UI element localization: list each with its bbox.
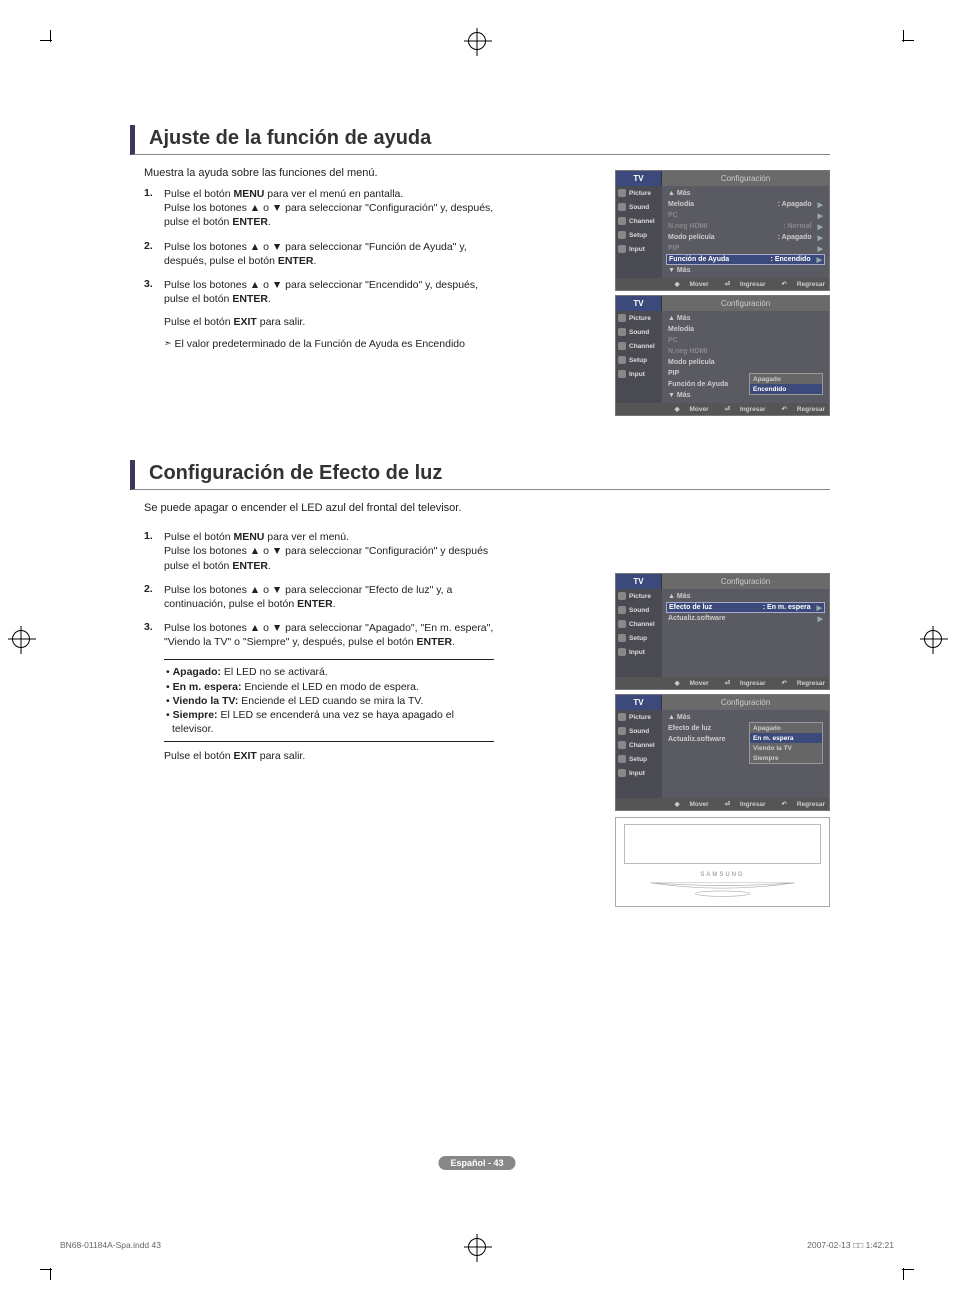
options-box: • Apagado: El LED no se activará. • En m…: [164, 659, 494, 742]
manual-page: Ajuste de la función de ayuda Muestra la…: [60, 40, 894, 1270]
picture-icon: [618, 189, 626, 197]
channel-icon: [618, 741, 626, 749]
osd-title: Configuración: [662, 171, 829, 186]
picture-icon: [618, 314, 626, 322]
crop-mark: [890, 30, 914, 54]
section-title: Ajuste de la función de ayuda: [149, 125, 830, 154]
osd-footer: ◆ Mover⏎ Ingresar↶ Regresar: [616, 278, 829, 290]
sound-icon: [618, 727, 626, 735]
setup-icon: [618, 755, 626, 763]
exit-note: Pulse el botón EXIT para salir.: [164, 750, 504, 762]
input-icon: [618, 648, 626, 656]
registration-mark: [468, 32, 486, 50]
step-text: Pulse los botones ▲ o ▼ para seleccionar…: [164, 583, 504, 611]
crop-mark: [40, 1256, 64, 1280]
osd-panel: TVConfiguración Picture Sound Channel Se…: [615, 694, 830, 811]
osd-screenshots-1: TVConfiguración Picture Sound Channel Se…: [615, 170, 830, 420]
default-note: ➣ El valor predeterminado de la Función …: [164, 338, 504, 350]
step-text: Pulse los botones ▲ o ▼ para seleccionar…: [164, 278, 504, 306]
osd-panel: TVConfiguración Picture Sound Channel Se…: [615, 295, 830, 416]
crop-mark: [890, 1256, 914, 1280]
osd-screenshots-2: TVConfiguración Picture Sound Channel Se…: [615, 573, 830, 907]
channel-icon: [618, 342, 626, 350]
osd-main: ▲ Más Melodía: Apagado▶ PC▶ N.neg HDMI: …: [662, 186, 829, 278]
page-number-badge: Español - 43: [438, 1156, 515, 1170]
osd-sidebar: Picture Sound Channel Setup Input: [616, 186, 662, 278]
registration-mark: [12, 630, 30, 648]
osd-panel: TVConfiguración Picture Sound Channel Se…: [615, 170, 830, 291]
exit-note: Pulse el botón EXIT para salir.: [164, 316, 504, 328]
input-icon: [618, 245, 626, 253]
picture-icon: [618, 592, 626, 600]
section-title: Configuración de Efecto de luz: [149, 460, 830, 489]
input-icon: [618, 370, 626, 378]
osd-popup: Apagado En m. espera Viendo la TV Siempr…: [749, 722, 823, 764]
setup-icon: [618, 231, 626, 239]
setup-icon: [618, 356, 626, 364]
input-icon: [618, 769, 626, 777]
footer-filename: BN68-01184A-Spa.indd 43: [60, 1240, 161, 1250]
osd-tv-label: TV: [616, 171, 662, 186]
sound-icon: [618, 606, 626, 614]
step-text: Pulse los botones ▲ o ▼ para seleccionar…: [164, 621, 504, 649]
picture-icon: [618, 713, 626, 721]
channel-icon: [618, 217, 626, 225]
osd-panel: TVConfiguración Picture Sound Channel Se…: [615, 573, 830, 690]
section-intro: Se puede apagar o encender el LED azul d…: [144, 502, 830, 514]
setup-icon: [618, 634, 626, 642]
registration-mark: [468, 1238, 486, 1256]
step-text: Pulse los botones ▲ o ▼ para seleccionar…: [164, 240, 504, 268]
registration-mark: [924, 630, 942, 648]
step-text: Pulse el botón MENU para ver el menú.Pul…: [164, 530, 504, 573]
tv-stand-icon: [646, 881, 799, 899]
tv-illustration: SAMSUNG: [615, 817, 830, 907]
sound-icon: [618, 328, 626, 336]
crop-mark: [40, 30, 64, 54]
sound-icon: [618, 203, 626, 211]
step-text: Pulse el botón MENU para ver el menú en …: [164, 187, 504, 230]
tv-brand: SAMSUNG: [616, 872, 829, 878]
channel-icon: [618, 620, 626, 628]
osd-popup: Apagado Encendido: [749, 373, 823, 395]
footer-timestamp: 2007-02-13 □□ 1:42:21: [807, 1240, 894, 1250]
